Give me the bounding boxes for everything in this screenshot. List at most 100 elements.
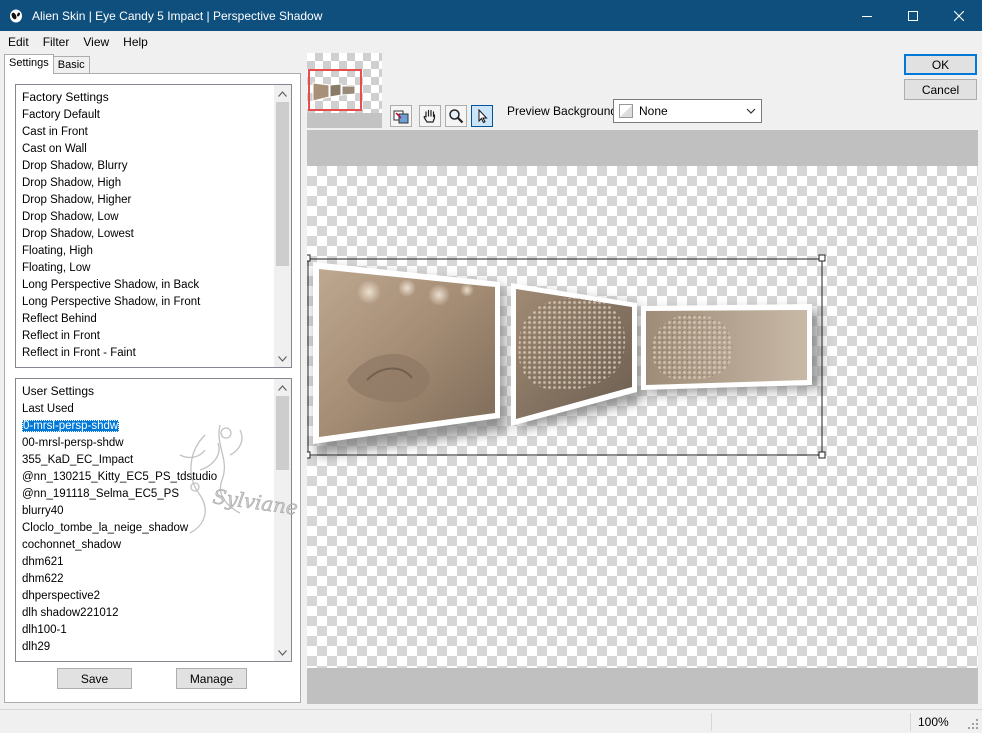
user-preset-item[interactable]: dhperspective2	[16, 588, 291, 605]
preset-label: dlh shadow221012	[22, 607, 119, 619]
chevron-up-icon	[278, 90, 287, 97]
menu-help[interactable]: Help	[116, 35, 155, 49]
factory-preset-item[interactable]: Cast on Wall	[16, 141, 291, 158]
user-preset-item[interactable]: dlh29	[16, 639, 291, 656]
maximize-button[interactable]	[890, 0, 936, 31]
factory-preset-item[interactable]: Long Perspective Shadow, in Back	[16, 277, 291, 294]
factory-preset-item[interactable]: Reflect Behind	[16, 311, 291, 328]
preset-label: 0-mrsl-persp-shdw	[22, 420, 120, 432]
save-button[interactable]: Save	[57, 668, 132, 689]
resize-handle[interactable]	[818, 254, 826, 262]
factory-preset-item[interactable]: Drop Shadow, Low	[16, 209, 291, 226]
tab-basic[interactable]: Basic	[52, 56, 90, 74]
factory-settings-header: Factory Settings	[22, 90, 109, 104]
status-divider	[910, 713, 911, 731]
user-preset-item[interactable]: dhm622	[16, 571, 291, 588]
menu-filter[interactable]: Filter	[36, 35, 77, 49]
zoom-tool-button[interactable]	[445, 105, 467, 127]
preset-label: dhperspective2	[22, 590, 100, 602]
factory-preset-item[interactable]: Drop Shadow, Higher	[16, 192, 291, 209]
user-preset-item[interactable]: 355_KaD_EC_Impact	[16, 452, 291, 469]
user-preset-item[interactable]: 0-mrsl-persp-shdw	[16, 418, 291, 435]
manage-button[interactable]: Manage	[176, 668, 247, 689]
scroll-up-arrow[interactable]	[274, 85, 291, 102]
background-swatch	[619, 104, 633, 118]
settings-panel: Factory Settings Factory Default Cast in …	[4, 73, 301, 703]
preview-image	[307, 254, 826, 459]
preset-label: Cast in Front	[22, 126, 88, 138]
hand-tool-button[interactable]	[419, 105, 441, 127]
factory-preset-item[interactable]: Drop Shadow, Lowest	[16, 226, 291, 243]
user-preset-item[interactable]: Cloclo_tombe_la_neige_shadow	[16, 520, 291, 537]
close-button[interactable]	[936, 0, 982, 31]
preset-label: Drop Shadow, Low	[22, 211, 119, 223]
pointer-tool-button[interactable]	[471, 105, 493, 127]
preset-label: Reflect in Front	[22, 330, 100, 342]
factory-list-scrollbar[interactable]	[274, 85, 291, 367]
factory-preset-item[interactable]: Cast in Front	[16, 124, 291, 141]
user-preset-item[interactable]: @nn_130215_Kitty_EC5_PS_tdstudio	[16, 469, 291, 486]
thumbnail-viewport-frame[interactable]	[308, 69, 362, 111]
preset-label: cochonnet_shadow	[22, 539, 122, 551]
window-title: Alien Skin | Eye Candy 5 Impact | Perspe…	[32, 8, 323, 23]
zoom-icon	[449, 109, 464, 124]
user-preset-item[interactable]: blurry40	[16, 503, 291, 520]
preset-label: blurry40	[22, 505, 64, 517]
resize-handle[interactable]	[818, 451, 826, 459]
cancel-button[interactable]: Cancel	[904, 79, 977, 100]
user-list-scrollbar[interactable]	[274, 379, 291, 661]
user-preset-item[interactable]: cochonnet_shadow	[16, 537, 291, 554]
preset-label: @nn_130215_Kitty_EC5_PS_tdstudio	[22, 471, 218, 483]
preview-toggle-button[interactable]	[390, 105, 412, 127]
preview-background-select[interactable]: None	[613, 99, 762, 123]
preview-canvas[interactable]	[307, 130, 978, 704]
preset-label: Factory Default	[22, 109, 100, 121]
factory-preset-item[interactable]: Drop Shadow, High	[16, 175, 291, 192]
preset-label: Cloclo_tombe_la_neige_shadow	[22, 522, 189, 534]
user-settings-list[interactable]: User Settings Last Used 0-mrsl-persp-shdw…	[15, 378, 292, 662]
resize-handle[interactable]	[307, 451, 311, 459]
menu-edit[interactable]: Edit	[0, 35, 36, 49]
title-bar: Alien Skin | Eye Candy 5 Impact | Perspe…	[0, 0, 982, 31]
preset-label: Cast on Wall	[22, 143, 87, 155]
user-preset-item[interactable]: Last Used	[16, 401, 291, 418]
factory-preset-item[interactable]: Reflect in Front	[16, 328, 291, 345]
minimize-button[interactable]	[844, 0, 890, 31]
status-bar: 100%	[0, 709, 982, 733]
thumbnail-navigator[interactable]	[307, 53, 382, 128]
preview-background-value: None	[639, 104, 668, 118]
scroll-down-arrow[interactable]	[274, 350, 291, 367]
menu-view[interactable]: View	[76, 35, 116, 49]
resize-grip-icon[interactable]	[967, 718, 979, 730]
preset-label: Long Perspective Shadow, in Back	[22, 279, 200, 291]
menu-bar: Edit Filter View Help	[0, 31, 982, 52]
factory-preset-item[interactable]: Factory Default	[16, 107, 291, 124]
resize-handle[interactable]	[307, 254, 311, 262]
ok-button[interactable]: OK	[904, 54, 977, 75]
scroll-thumb[interactable]	[276, 102, 289, 266]
preset-label: 355_KaD_EC_Impact	[22, 454, 134, 466]
user-preset-item[interactable]: dlh shadow221012	[16, 605, 291, 622]
user-preset-item[interactable]: dlh100-1	[16, 622, 291, 639]
preset-label: Reflect in Front - Faint	[22, 347, 136, 359]
arrow-pointer-icon	[478, 108, 488, 124]
preset-label: Drop Shadow, High	[22, 177, 122, 189]
preview-background-label: Preview Background:	[507, 104, 621, 118]
user-preset-item[interactable]: @nn_191118_Selma_EC5_PS	[16, 486, 291, 503]
factory-settings-list[interactable]: Factory Settings Factory Default Cast in …	[15, 84, 292, 368]
minimize-icon	[862, 15, 872, 17]
scroll-down-arrow[interactable]	[274, 644, 291, 661]
preset-label: @nn_191118_Selma_EC5_PS	[22, 488, 180, 500]
chevron-down-icon	[746, 108, 756, 114]
tab-settings[interactable]: Settings	[4, 54, 54, 74]
scroll-thumb[interactable]	[276, 396, 289, 470]
scroll-up-arrow[interactable]	[274, 379, 291, 396]
factory-preset-item[interactable]: Floating, High	[16, 243, 291, 260]
factory-preset-item[interactable]: Drop Shadow, Blurry	[16, 158, 291, 175]
user-preset-item[interactable]: dhm621	[16, 554, 291, 571]
factory-preset-item[interactable]: Long Perspective Shadow, in Front	[16, 294, 291, 311]
factory-preset-item[interactable]: Floating, Low	[16, 260, 291, 277]
factory-preset-item[interactable]: Reflect in Front - Faint	[16, 345, 291, 362]
preset-label: 00-mrsl-persp-shdw	[22, 437, 124, 449]
user-preset-item[interactable]: 00-mrsl-persp-shdw	[16, 435, 291, 452]
